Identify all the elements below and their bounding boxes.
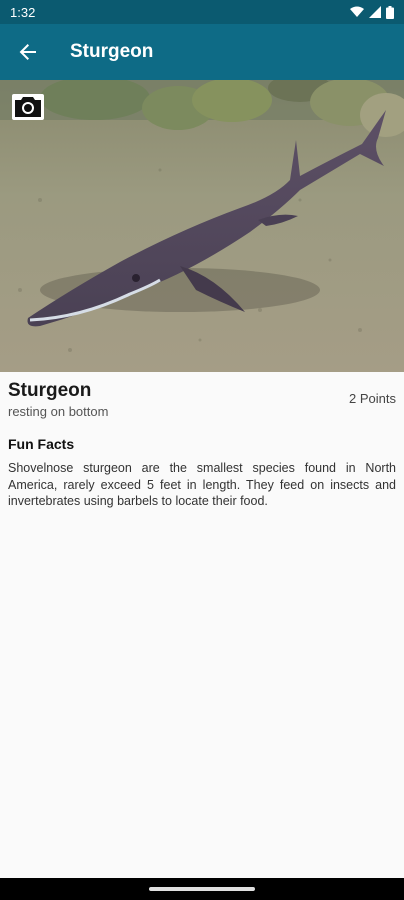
page-title: Sturgeon: [70, 41, 154, 62]
arrow-left-icon: [19, 44, 36, 60]
status-icons: [350, 5, 394, 19]
home-gesture-pill[interactable]: [149, 887, 255, 891]
app-bar: Sturgeon: [0, 24, 404, 80]
wifi-icon: [350, 6, 364, 17]
species-photo: [0, 80, 404, 372]
status-bar: 1:32: [0, 0, 404, 24]
fun-facts-title: Fun Facts: [8, 436, 75, 452]
back-button[interactable]: [0, 24, 56, 80]
navigation-bar: [0, 878, 404, 900]
species-subtitle: resting on bottom: [8, 404, 109, 419]
species-header: Sturgeon resting on bottom: [8, 380, 396, 419]
signal-icon: [369, 6, 381, 18]
status-time: 1:32: [10, 4, 36, 20]
camera-icon: [12, 94, 44, 120]
species-name: Sturgeon: [8, 380, 92, 401]
sturgeon-image: [0, 80, 404, 372]
points-label: 2 Points: [349, 391, 396, 406]
camera-button[interactable]: [12, 92, 44, 120]
fun-facts-body: Shovelnose sturgeon are the smallest spe…: [8, 461, 396, 508]
battery-icon: [386, 5, 394, 19]
